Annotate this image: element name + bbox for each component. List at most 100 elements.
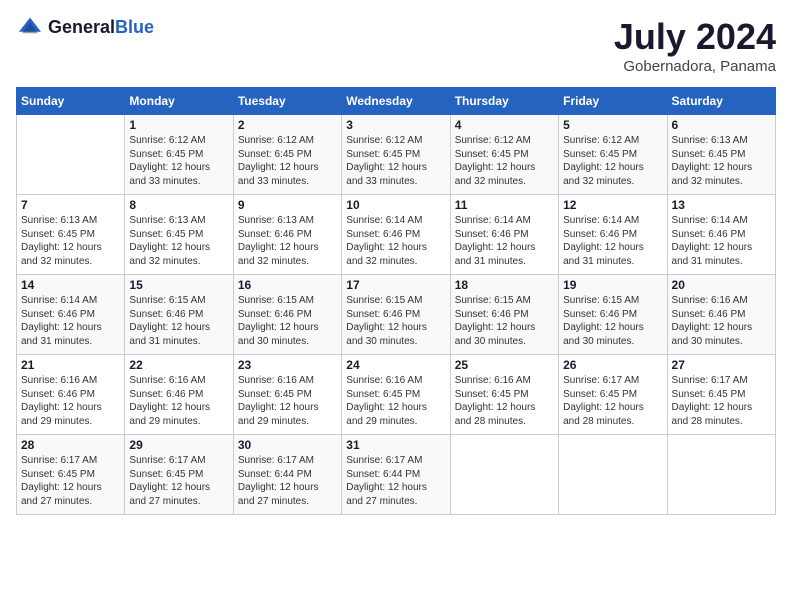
day-info: Sunrise: 6:17 AM Sunset: 6:45 PM Dayligh… [129,454,228,508]
day-info: Sunrise: 6:12 AM Sunset: 6:45 PM Dayligh… [563,134,662,188]
calendar-cell [450,435,558,515]
day-number: 31 [346,438,445,452]
calendar-cell: 30 Sunrise: 6:17 AM Sunset: 6:44 PM Dayli… [233,435,341,515]
calendar-cell: 21 Sunrise: 6:16 AM Sunset: 6:46 PM Dayli… [17,355,125,435]
day-info: Sunrise: 6:12 AM Sunset: 6:45 PM Dayligh… [238,134,337,188]
day-of-week-header: Sunday [17,88,125,115]
day-info: Sunrise: 6:12 AM Sunset: 6:45 PM Dayligh… [455,134,554,188]
calendar-cell: 18 Sunrise: 6:15 AM Sunset: 6:46 PM Dayli… [450,275,558,355]
day-number: 8 [129,198,228,212]
logo: GeneralBlue [16,16,154,38]
day-info: Sunrise: 6:16 AM Sunset: 6:46 PM Dayligh… [672,294,771,348]
day-number: 5 [563,118,662,132]
calendar-cell: 12 Sunrise: 6:14 AM Sunset: 6:46 PM Dayli… [559,195,667,275]
day-number: 24 [346,358,445,372]
calendar-cell: 29Sunrise: 6:17 AM Sunset: 6:45 PM Dayli… [125,435,233,515]
day-info: Sunrise: 6:15 AM Sunset: 6:46 PM Dayligh… [238,294,337,348]
calendar-week-row: 28 Sunrise: 6:17 AM Sunset: 6:45 PM Dayli… [17,435,776,515]
day-info: Sunrise: 6:17 AM Sunset: 6:45 PM Dayligh… [563,374,662,428]
day-info: Sunrise: 6:14 AM Sunset: 6:46 PM Dayligh… [346,214,445,268]
calendar-cell: 11Sunrise: 6:14 AM Sunset: 6:46 PM Dayli… [450,195,558,275]
location-subtitle: Gobernadora, Panama [614,58,776,75]
day-number: 9 [238,198,337,212]
calendar-cell [559,435,667,515]
day-number: 19 [563,278,662,292]
calendar-cell: 2Sunrise: 6:12 AM Sunset: 6:45 PM Daylig… [233,115,341,195]
day-number: 18 [455,278,554,292]
day-number: 10 [346,198,445,212]
day-number: 7 [21,198,120,212]
calendar-cell: 1 Sunrise: 6:12 AM Sunset: 6:45 PM Daylig… [125,115,233,195]
day-number: 27 [672,358,771,372]
day-info: Sunrise: 6:15 AM Sunset: 6:46 PM Dayligh… [129,294,228,348]
logo-icon [16,16,44,38]
calendar-cell [667,435,775,515]
day-info: Sunrise: 6:15 AM Sunset: 6:46 PM Dayligh… [346,294,445,348]
day-info: Sunrise: 6:17 AM Sunset: 6:44 PM Dayligh… [346,454,445,508]
day-number: 13 [672,198,771,212]
calendar-week-row: 21 Sunrise: 6:16 AM Sunset: 6:46 PM Dayli… [17,355,776,435]
day-info: Sunrise: 6:16 AM Sunset: 6:46 PM Dayligh… [21,374,120,428]
day-info: Sunrise: 6:13 AM Sunset: 6:45 PM Dayligh… [129,214,228,268]
calendar-cell: 23 Sunrise: 6:16 AM Sunset: 6:45 PM Dayli… [233,355,341,435]
day-number: 30 [238,438,337,452]
day-info: Sunrise: 6:13 AM Sunset: 6:46 PM Dayligh… [238,214,337,268]
month-title: July 2024 [614,16,776,58]
calendar-cell: 16 Sunrise: 6:15 AM Sunset: 6:46 PM Dayli… [233,275,341,355]
calendar-cell: 4 Sunrise: 6:12 AM Sunset: 6:45 PM Daylig… [450,115,558,195]
calendar-cell: 24 Sunrise: 6:16 AM Sunset: 6:45 PM Dayli… [342,355,450,435]
calendar-cell: 28 Sunrise: 6:17 AM Sunset: 6:45 PM Dayli… [17,435,125,515]
day-info: Sunrise: 6:16 AM Sunset: 6:45 PM Dayligh… [455,374,554,428]
day-number: 20 [672,278,771,292]
calendar-table: SundayMondayTuesdayWednesdayThursdayFrid… [16,87,776,515]
calendar-cell: 17 Sunrise: 6:15 AM Sunset: 6:46 PM Dayli… [342,275,450,355]
day-info: Sunrise: 6:12 AM Sunset: 6:45 PM Dayligh… [129,134,228,188]
logo-general: General [48,17,115,37]
title-block: July 2024 Gobernadora, Panama [614,16,776,75]
day-number: 12 [563,198,662,212]
day-of-week-header: Saturday [667,88,775,115]
calendar-cell: 26 Sunrise: 6:17 AM Sunset: 6:45 PM Dayli… [559,355,667,435]
day-info: Sunrise: 6:17 AM Sunset: 6:45 PM Dayligh… [21,454,120,508]
day-number: 26 [563,358,662,372]
calendar-week-row: 1 Sunrise: 6:12 AM Sunset: 6:45 PM Daylig… [17,115,776,195]
day-number: 3 [346,118,445,132]
day-info: Sunrise: 6:14 AM Sunset: 6:46 PM Dayligh… [672,214,771,268]
calendar-header-row: SundayMondayTuesdayWednesdayThursdayFrid… [17,88,776,115]
calendar-cell: 10 Sunrise: 6:14 AM Sunset: 6:46 PM Dayli… [342,195,450,275]
calendar-cell: 7 Sunrise: 6:13 AM Sunset: 6:45 PM Daylig… [17,195,125,275]
calendar-week-row: 14 Sunrise: 6:14 AM Sunset: 6:46 PM Dayli… [17,275,776,355]
day-number: 23 [238,358,337,372]
day-of-week-header: Wednesday [342,88,450,115]
day-number: 17 [346,278,445,292]
day-number: 28 [21,438,120,452]
day-number: 1 [129,118,228,132]
day-info: Sunrise: 6:15 AM Sunset: 6:46 PM Dayligh… [455,294,554,348]
day-number: 15 [129,278,228,292]
calendar-cell: 20 Sunrise: 6:16 AM Sunset: 6:46 PM Dayli… [667,275,775,355]
day-info: Sunrise: 6:17 AM Sunset: 6:44 PM Dayligh… [238,454,337,508]
day-of-week-header: Tuesday [233,88,341,115]
day-of-week-header: Monday [125,88,233,115]
calendar-body: 1 Sunrise: 6:12 AM Sunset: 6:45 PM Daylig… [17,115,776,515]
day-info: Sunrise: 6:14 AM Sunset: 6:46 PM Dayligh… [563,214,662,268]
day-of-week-header: Friday [559,88,667,115]
day-of-week-header: Thursday [450,88,558,115]
day-number: 16 [238,278,337,292]
day-info: Sunrise: 6:16 AM Sunset: 6:45 PM Dayligh… [238,374,337,428]
day-number: 22 [129,358,228,372]
day-info: Sunrise: 6:15 AM Sunset: 6:46 PM Dayligh… [563,294,662,348]
calendar-cell: 6Sunrise: 6:13 AM Sunset: 6:45 PM Daylig… [667,115,775,195]
day-info: Sunrise: 6:13 AM Sunset: 6:45 PM Dayligh… [672,134,771,188]
calendar-cell: 14 Sunrise: 6:14 AM Sunset: 6:46 PM Dayli… [17,275,125,355]
day-number: 4 [455,118,554,132]
day-number: 21 [21,358,120,372]
calendar-cell: 8 Sunrise: 6:13 AM Sunset: 6:45 PM Daylig… [125,195,233,275]
day-number: 14 [21,278,120,292]
day-info: Sunrise: 6:17 AM Sunset: 6:45 PM Dayligh… [672,374,771,428]
day-info: Sunrise: 6:13 AM Sunset: 6:45 PM Dayligh… [21,214,120,268]
day-info: Sunrise: 6:14 AM Sunset: 6:46 PM Dayligh… [21,294,120,348]
logo-blue: Blue [115,17,154,37]
day-info: Sunrise: 6:16 AM Sunset: 6:45 PM Dayligh… [346,374,445,428]
day-info: Sunrise: 6:16 AM Sunset: 6:46 PM Dayligh… [129,374,228,428]
